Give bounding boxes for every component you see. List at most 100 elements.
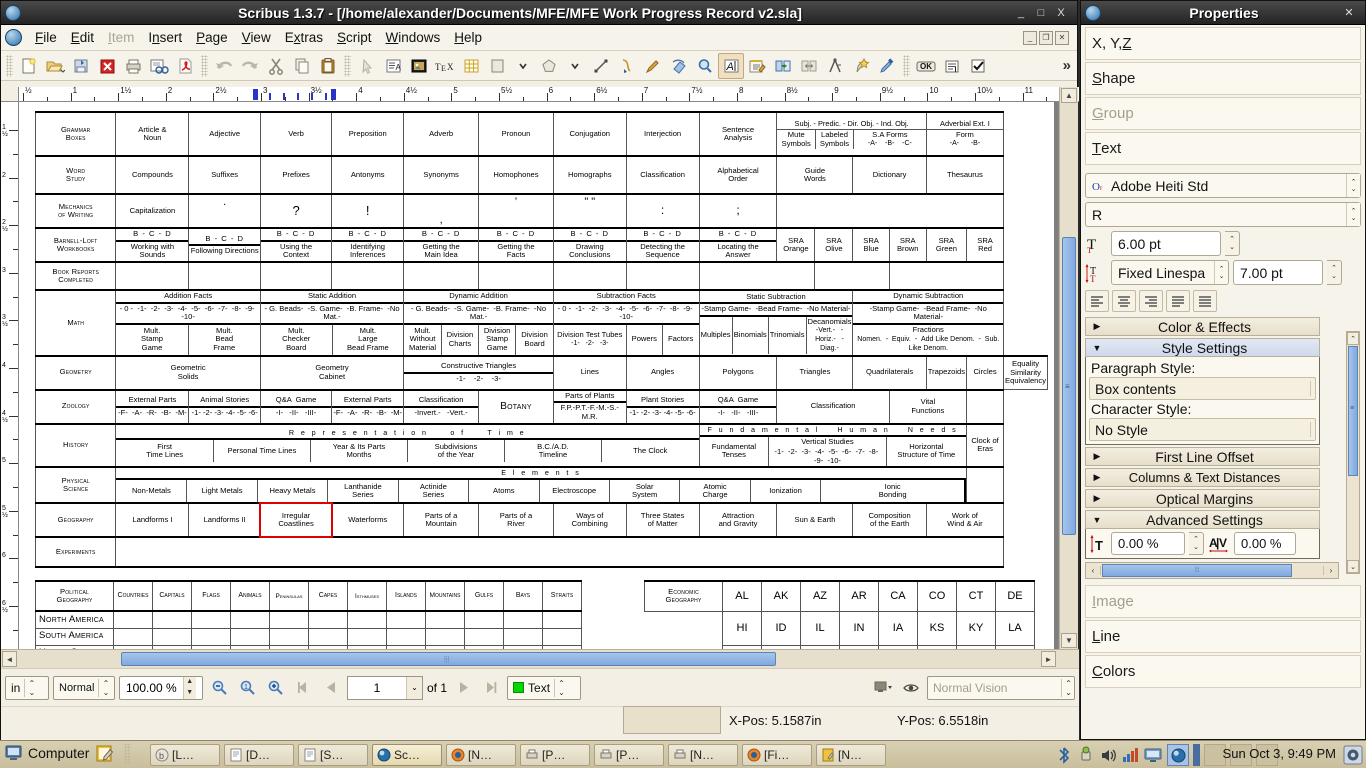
clock[interactable]: Sun Oct 3, 9:49 PM [1223,746,1336,761]
toolbar-grip[interactable] [201,55,208,77]
unit-selector[interactable]: in ⌃⌄ [5,676,49,700]
table-row[interactable]: HIID ILIN IAKS KYLA [645,611,1035,645]
task-button[interactable]: b[L… [150,744,220,766]
table-row[interactable]: South America [36,628,582,645]
task-button[interactable]: [P… [594,744,664,766]
display-icon[interactable] [1143,746,1163,764]
task-button[interactable]: [D… [224,744,294,766]
selected-text-frame[interactable]: IrregularCoastlines [260,503,331,537]
rotate-item-icon[interactable] [666,53,692,79]
zoom-level-spinbox[interactable]: 100.00 % ▲▼ [119,676,203,700]
task-button-scribus[interactable]: Sc… [372,744,442,766]
properties-group-shape[interactable]: Shape [1085,62,1361,95]
visual-appearance-selector[interactable]: Normal Vision ⌃⌄ [927,676,1075,700]
measurements-icon[interactable] [822,53,848,79]
paste-icon[interactable] [315,53,341,79]
table-row[interactable]: Barnell-LoftWorkbooks B - C - DWorking w… [36,228,1048,262]
expander-style-settings[interactable]: ▼ Style Settings [1085,338,1320,357]
menu-extras[interactable]: Extras [278,28,330,47]
properties-group-line[interactable]: Line [1085,620,1361,653]
task-button[interactable]: [N… [816,744,886,766]
app-menu-icon[interactable] [5,29,22,46]
save-document-icon[interactable] [68,53,94,79]
close-button[interactable]: X [1055,7,1067,19]
menu-windows[interactable]: Windows [379,28,448,47]
table-row[interactable]: Mechanicsof Writing Capitalization . ? !… [36,194,1048,228]
insert-line-icon[interactable] [588,53,614,79]
bluetooth-icon[interactable] [1055,746,1073,764]
scroll-down-button[interactable]: ⌄ [1347,560,1359,573]
table-row[interactable]: GrammarBoxes Article &Noun Adjective Ver… [36,112,1048,156]
tab-marker[interactable] [253,89,258,100]
show-desktop-icon[interactable] [1343,745,1363,768]
menu-file[interactable]: FFileile [28,28,64,47]
insert-render-frame-icon[interactable]: TEX [432,53,458,79]
insert-table-icon[interactable] [458,53,484,79]
toolbar-grip[interactable] [6,55,13,77]
properties-group-colors[interactable]: Colors [1085,655,1361,688]
next-page-icon[interactable] [451,676,475,700]
font-size-stepper[interactable]: ⌃⌄ [1225,231,1240,256]
font-family-selector[interactable]: Or Adobe Heiti Std ⌃⌄ [1085,173,1361,198]
zoom-in-icon[interactable] [263,676,287,700]
close-document-icon[interactable] [94,53,120,79]
preview-mode-selector[interactable]: Normal ⌃⌄ [53,676,115,700]
close-icon[interactable]: ✕ [1343,6,1355,19]
expander-color-effects[interactable]: ▶ Color & Effects [1085,317,1320,336]
ruler-corner[interactable] [1,87,19,102]
align-forced-button[interactable] [1193,290,1217,312]
align-block-button[interactable] [1166,290,1190,312]
table-row[interactable]: EconomicGeography AL AK AZ AR CA CO CT D… [645,581,1035,611]
character-style-selector[interactable]: No Style [1089,418,1316,441]
menu-script[interactable]: Script [330,28,379,47]
properties-vertical-scrollbar[interactable]: ⌃ ≡ ⌄ [1346,331,1360,574]
open-document-icon[interactable] [42,53,68,79]
pdf-push-button-icon[interactable]: OK [913,53,939,79]
horizontal-scroll-thumb[interactable]: ⦙⦙⦙ [1102,564,1292,577]
last-page-icon[interactable] [479,676,503,700]
toolbar-grip[interactable] [344,55,351,77]
document-canvas[interactable]: GrammarBoxes Article &Noun Adjective Ver… [19,102,1059,649]
unlink-text-frames-icon[interactable] [796,53,822,79]
insert-bezier-curve-icon[interactable] [614,53,640,79]
scroll-up-button[interactable]: ⌃ [1347,332,1359,345]
table-row[interactable]: Experiments [36,537,1048,567]
align-right-button[interactable] [1139,290,1163,312]
tab-marker[interactable] [269,93,271,100]
scale-height-stepper[interactable]: ⌃⌄ [1189,532,1204,555]
edit-contents-icon[interactable]: A [718,53,744,79]
shape-dropdown-icon[interactable] [510,53,536,79]
task-button[interactable]: [S… [298,744,368,766]
document-page[interactable]: GrammarBoxes Article &Noun Adjective Ver… [19,102,1054,649]
table-row[interactable]: Geometry GeometricSolids GeometryCabinet… [36,356,1048,390]
menu-edit[interactable]: Edit [64,28,101,47]
table-row[interactable]: History R e p r e s e n t a t i o n o f … [36,424,1048,468]
expander-optical-margins[interactable]: ▶ Optical Margins [1085,489,1320,508]
properties-group-xyz[interactable]: X, Y, Z [1085,27,1361,60]
mdi-minimize-button[interactable]: _ [1023,31,1037,45]
eye-dropper-icon[interactable] [874,53,900,79]
align-center-button[interactable] [1112,290,1136,312]
font-style-selector[interactable]: R ⌃⌄ [1085,202,1361,227]
new-document-icon[interactable] [16,53,42,79]
copy-icon[interactable] [289,53,315,79]
polygon-dropdown-icon[interactable] [562,53,588,79]
zoom-decrement-button[interactable]: ▼ [184,689,196,697]
toolbar-grip[interactable] [903,55,910,77]
menu-help[interactable]: Help [447,28,489,47]
scroll-left-button[interactable]: ‹ [1086,566,1101,575]
table-row[interactable]: PhysicalScience E l e m e n t s Non-Meta… [36,467,1048,503]
mdi-close-button[interactable]: ✕ [1055,31,1069,45]
preview-vision-icon[interactable] [899,676,923,700]
canvas-horizontal-scrollbar[interactable]: ◄ ⦙⦙⦙ ► [1,649,1079,668]
linespacing-mode-selector[interactable]: Fixed Linespa ⌃⌄ [1111,260,1229,285]
pdf-check-box-icon[interactable] [965,53,991,79]
scribus-tray-icon[interactable] [1167,744,1189,766]
insert-text-frame-icon[interactable]: A [380,53,406,79]
zoom-100-icon[interactable]: 1 [235,676,259,700]
update-manager-icon[interactable] [1077,746,1095,764]
font-size-field[interactable]: 6.00 pt [1111,231,1221,256]
link-text-frames-icon[interactable] [770,53,796,79]
menu-page[interactable]: Page [189,28,235,47]
expander-advanced-settings[interactable]: ▼ Advanced Settings [1085,510,1320,529]
